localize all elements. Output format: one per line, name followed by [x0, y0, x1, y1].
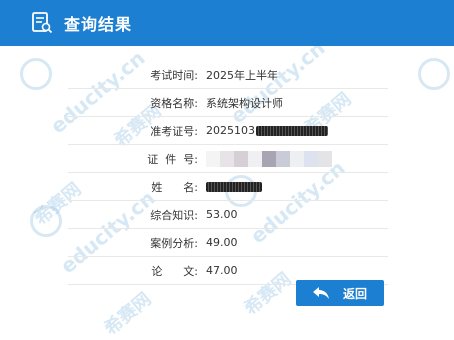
table-row: 姓 名:	[68, 173, 388, 201]
row-label: 综合知识:	[150, 208, 198, 222]
row-label: 证 件 号:	[147, 152, 198, 166]
result-table: 考试时间: 2025年上半年 资格名称: 系统架构设计师 准考证号: 20251…	[68, 61, 388, 285]
page-title: 查询结果	[64, 15, 133, 34]
id-number-value	[206, 150, 332, 167]
row-value: 47.00	[206, 264, 238, 277]
row-label: 考试时间:	[150, 68, 198, 82]
back-button-label: 返回	[342, 286, 367, 301]
watermark-logo-icon	[418, 58, 450, 90]
row-value: 2025103	[206, 124, 255, 137]
table-row: 资格名称: 系统架构设计师	[68, 89, 388, 117]
row-label: 资格名称:	[150, 96, 198, 110]
table-row: 案例分析: 49.00	[68, 229, 388, 257]
watermark-logo-icon	[30, 205, 62, 237]
row-label: 论 文:	[151, 264, 198, 278]
row-value: 49.00	[206, 236, 238, 249]
table-row: 准考证号: 2025103	[68, 117, 388, 145]
table-row: 证 件 号:	[68, 145, 388, 173]
document-search-icon	[30, 11, 54, 35]
table-row: 考试时间: 2025年上半年	[68, 61, 388, 89]
watermark-logo-icon	[20, 58, 52, 90]
watermark-brand: 希赛网	[100, 288, 156, 340]
row-value: 系统架构设计师	[206, 96, 283, 110]
redaction-mask	[256, 125, 328, 136]
row-value: 53.00	[206, 208, 238, 221]
back-button[interactable]: 返回	[296, 280, 384, 306]
back-arrow-icon	[312, 287, 329, 299]
row-label: 姓 名:	[151, 180, 198, 194]
admission-number-value: 2025103	[206, 124, 328, 137]
table-row: 综合知识: 53.00	[68, 201, 388, 229]
row-label: 准考证号:	[150, 124, 198, 138]
row-label: 案例分析:	[150, 236, 198, 250]
name-value	[206, 181, 262, 192]
result-header: 查询结果	[0, 0, 454, 46]
redaction-blur	[206, 150, 332, 167]
row-value: 2025年上半年	[206, 68, 278, 82]
redaction-mask	[206, 181, 262, 192]
